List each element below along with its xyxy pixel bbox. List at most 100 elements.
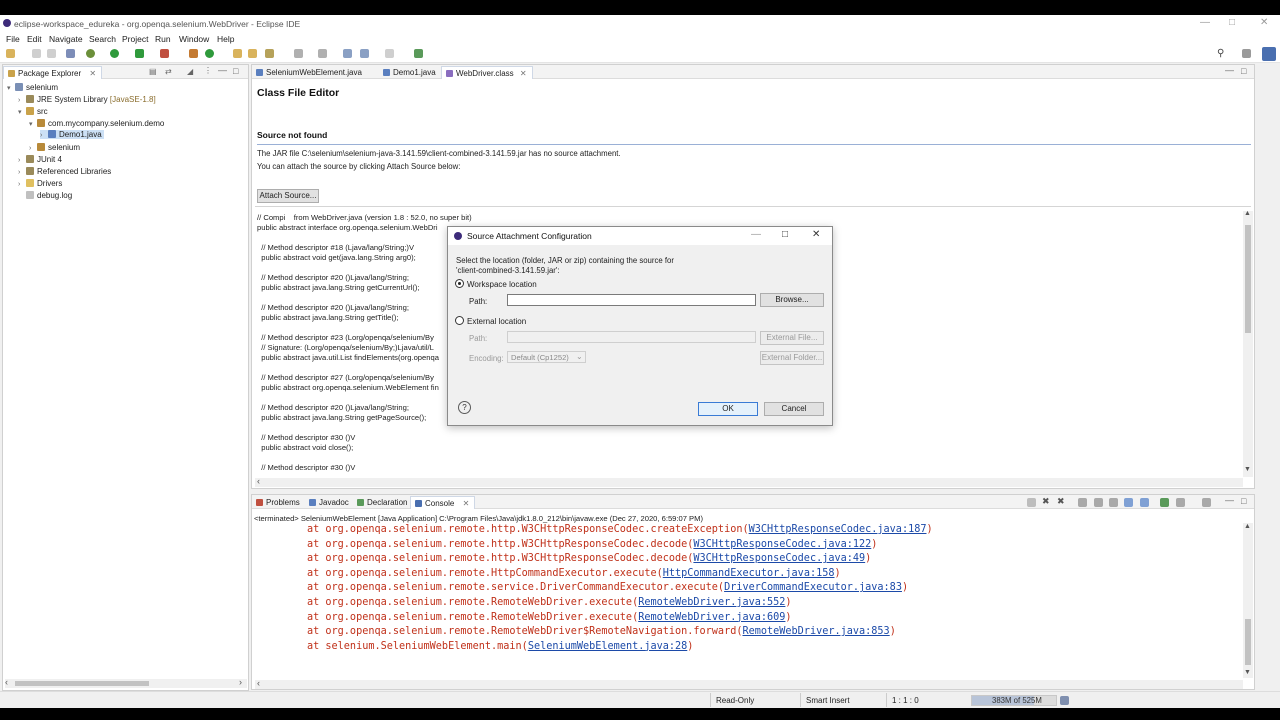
external-file-button[interactable]: External File... xyxy=(760,331,824,345)
terminate-icon[interactable] xyxy=(1027,498,1036,507)
back-icon[interactable] xyxy=(360,49,369,58)
external-location-radio[interactable] xyxy=(455,316,464,325)
show-stderr-icon[interactable] xyxy=(1140,498,1149,507)
external-tools-icon[interactable] xyxy=(160,49,169,58)
stack-trace-link[interactable]: W3CHttpResponseCodec.java:187 xyxy=(749,524,927,535)
collapse-arrow-icon[interactable]: › xyxy=(40,132,48,139)
word-wrap-icon[interactable] xyxy=(1109,498,1118,507)
expand-arrow-icon[interactable]: ▾ xyxy=(18,108,26,116)
scroll-left-icon[interactable]: ‹ xyxy=(5,677,8,687)
tree-item-debug-log[interactable]: debug.log xyxy=(18,191,72,200)
prev-annotation-icon[interactable] xyxy=(318,49,327,58)
scroll-thumb[interactable] xyxy=(1245,225,1251,333)
new-class-icon[interactable] xyxy=(205,49,214,58)
last-edit-icon[interactable] xyxy=(343,49,352,58)
minimize-editor-icon[interactable]: — xyxy=(1225,65,1234,75)
ok-button[interactable]: OK xyxy=(698,402,758,416)
stack-trace-link[interactable]: DriverCommandExecutor.java:83 xyxy=(724,582,902,593)
new-icon[interactable] xyxy=(6,49,15,58)
help-icon[interactable]: ? xyxy=(458,401,471,414)
workspace-location-radio[interactable] xyxy=(455,279,464,288)
save-icon[interactable] xyxy=(32,49,41,58)
pin-console-icon[interactable] xyxy=(1160,498,1169,507)
clear-console-icon[interactable] xyxy=(1078,498,1087,507)
horizontal-scrollbar[interactable]: ‹ › xyxy=(5,677,247,688)
tab-javadoc[interactable]: Javadoc xyxy=(305,496,354,509)
scroll-thumb[interactable] xyxy=(1245,619,1251,665)
view-menu-icon[interactable]: ⋮ xyxy=(204,66,212,75)
forward-icon[interactable] xyxy=(385,49,394,58)
close-tab-icon[interactable]: ✕ xyxy=(463,499,470,508)
external-location-label[interactable]: External location xyxy=(467,317,526,326)
editor-vertical-scrollbar[interactable]: ▲ ▼ xyxy=(1243,210,1253,477)
open-task-icon[interactable] xyxy=(248,49,257,58)
scroll-left-icon[interactable]: ‹ xyxy=(257,678,260,688)
tab-demo1[interactable]: Demo1.java xyxy=(379,66,441,79)
tab-webdriver-class[interactable]: WebDriver.class ✕ xyxy=(441,66,533,79)
remove-all-icon[interactable]: ✖ xyxy=(1057,496,1065,507)
cancel-button[interactable]: Cancel xyxy=(764,402,824,416)
new-java-project-icon[interactable] xyxy=(189,49,198,58)
menu-help[interactable]: Help xyxy=(217,34,234,44)
open-perspective-icon[interactable] xyxy=(1242,49,1251,58)
browse-button[interactable]: Browse... xyxy=(760,293,824,307)
scroll-thumb[interactable] xyxy=(15,681,149,686)
collapse-arrow-icon[interactable]: › xyxy=(18,97,26,104)
tab-console[interactable]: Console ✕ xyxy=(410,496,476,509)
expand-arrow-icon[interactable]: ▾ xyxy=(29,120,37,128)
minimize-view-icon[interactable]: — xyxy=(1225,495,1234,505)
menu-navigate[interactable]: Navigate xyxy=(49,34,83,44)
tab-problems[interactable]: Problems xyxy=(252,496,305,509)
menu-project[interactable]: Project xyxy=(122,34,148,44)
close-icon[interactable]: ✕ xyxy=(812,229,820,240)
attach-source-button[interactable]: Attach Source... xyxy=(257,189,319,203)
open-type-icon[interactable] xyxy=(233,49,242,58)
maximize-editor-icon[interactable]: □ xyxy=(1241,66,1246,76)
close-icon[interactable]: ✕ xyxy=(1260,17,1268,28)
tab-selenium-web-element[interactable]: SeleniumWebElement.java xyxy=(252,66,367,79)
stack-trace-link[interactable]: RemoteWebDriver.java:853 xyxy=(742,626,889,637)
scroll-down-icon[interactable]: ▼ xyxy=(1244,669,1251,676)
stack-trace-link[interactable]: W3CHttpResponseCodec.java:49 xyxy=(693,553,865,564)
link-editor-icon[interactable]: ⇄ xyxy=(165,67,172,76)
stack-trace-link[interactable]: RemoteWebDriver.java:609 xyxy=(638,612,785,623)
filter-icon[interactable]: ◢ xyxy=(187,67,193,76)
gc-trash-icon[interactable] xyxy=(1060,696,1069,705)
external-path-input[interactable] xyxy=(507,331,756,343)
toggle-icon[interactable] xyxy=(66,49,75,58)
maximize-icon[interactable]: □ xyxy=(782,229,788,240)
close-tab-icon[interactable]: ✕ xyxy=(520,69,527,78)
collapse-arrow-icon[interactable]: › xyxy=(18,181,26,188)
editor-horizontal-scrollbar[interactable]: ‹ xyxy=(255,476,1243,487)
close-tab-icon[interactable]: ✕ xyxy=(89,69,96,78)
minimize-icon[interactable]: — xyxy=(751,229,761,240)
console-vertical-scrollbar[interactable]: ▲ ▼ xyxy=(1243,523,1253,678)
open-console-icon[interactable] xyxy=(1202,498,1211,507)
stack-trace-link[interactable]: RemoteWebDriver.java:552 xyxy=(638,597,785,608)
maximize-view-icon[interactable]: □ xyxy=(1241,496,1246,506)
save-all-icon[interactable] xyxy=(47,49,56,58)
menu-edit[interactable]: Edit xyxy=(27,34,42,44)
java-perspective-icon[interactable] xyxy=(1262,47,1276,61)
menu-file[interactable]: File xyxy=(6,34,20,44)
tree-item-package[interactable]: ▾ com.mycompany.selenium.demo xyxy=(29,119,164,128)
tree-item-demo1[interactable]: › Demo1.java xyxy=(40,130,104,139)
external-folder-button[interactable]: External Folder... xyxy=(760,351,824,365)
tree-item-src[interactable]: ▾ src xyxy=(18,107,48,116)
menu-window[interactable]: Window xyxy=(179,34,209,44)
tree-item-selenium-package[interactable]: › selenium xyxy=(29,143,80,152)
tree-item-referenced-libraries[interactable]: › Referenced Libraries xyxy=(18,167,111,176)
heap-status[interactable]: 383M of 525M xyxy=(971,695,1057,706)
run-icon[interactable] xyxy=(110,49,119,58)
pin-editor-icon[interactable] xyxy=(414,49,423,58)
scroll-right-icon[interactable]: › xyxy=(239,677,242,687)
collapse-arrow-icon[interactable]: › xyxy=(29,145,37,152)
maximize-view-icon[interactable]: □ xyxy=(233,66,238,76)
tree-item-drivers[interactable]: › Drivers xyxy=(18,179,62,188)
coverage-icon[interactable] xyxy=(135,49,144,58)
workspace-location-label[interactable]: Workspace location xyxy=(467,280,537,289)
menu-run[interactable]: Run xyxy=(155,34,171,44)
remove-launch-icon[interactable]: ✖ xyxy=(1042,496,1050,507)
minimize-icon[interactable]: — xyxy=(1200,17,1210,28)
collapse-arrow-icon[interactable]: › xyxy=(18,157,26,164)
